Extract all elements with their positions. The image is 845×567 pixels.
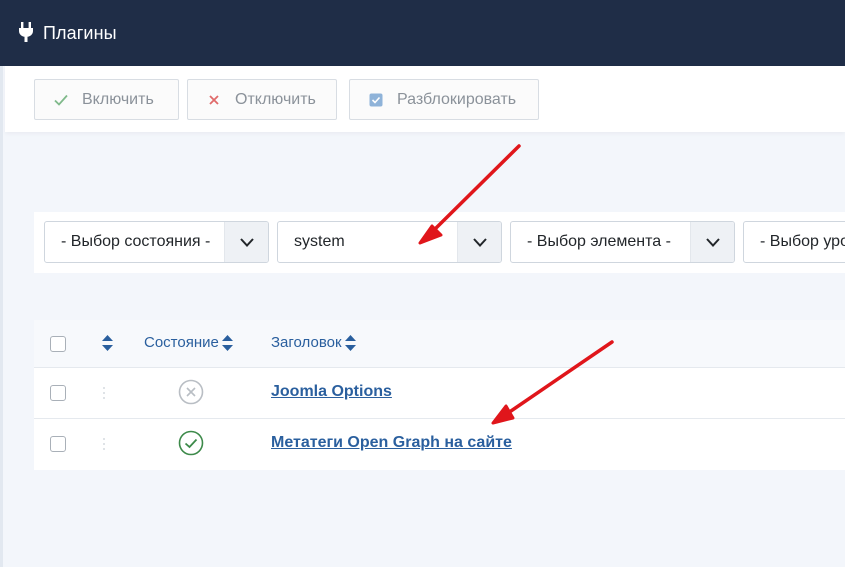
row-checkbox[interactable] — [50, 436, 66, 452]
chevron-down-icon — [224, 222, 268, 262]
plugin-title-link[interactable]: Метатеги Open Graph на сайте — [271, 434, 512, 452]
column-state-header[interactable]: Состояние — [144, 334, 233, 351]
sort-icon — [221, 334, 233, 351]
filter-bar: - Выбор состояния - system - Выбор элеме… — [34, 212, 845, 273]
plugin-title-link[interactable]: Joomla Options — [271, 383, 392, 401]
chevron-down-icon — [690, 222, 734, 262]
enabled-status-icon[interactable] — [178, 430, 204, 456]
table-row: Метатеги Open Graph на сайте — [34, 419, 845, 470]
select-all-checkbox[interactable] — [50, 336, 66, 352]
checkbox-checked-icon — [368, 92, 384, 108]
table-row: Joomla Options — [34, 368, 845, 419]
sidebar-edge — [0, 66, 3, 567]
column-title-header[interactable]: Заголовок — [271, 334, 356, 351]
toolbar: Включить Отключить Разблокировать — [5, 66, 845, 132]
drag-handle-icon[interactable] — [102, 436, 106, 452]
state-filter-select[interactable]: - Выбор состояния - — [44, 221, 269, 263]
folder-filter-value: system — [294, 233, 345, 250]
element-filter-select[interactable]: - Выбор элемента - — [510, 221, 735, 263]
state-filter-value: - Выбор состояния - — [61, 233, 211, 250]
unlock-button[interactable]: Разблокировать — [349, 79, 539, 120]
disabled-status-icon[interactable] — [178, 379, 204, 405]
level-filter-select[interactable]: - Выбор уро — [743, 221, 845, 263]
chevron-down-icon — [457, 222, 501, 262]
row-checkbox[interactable] — [50, 385, 66, 401]
page-title: Плагины — [43, 22, 117, 43]
column-title-label: Заголовок — [271, 334, 342, 351]
enable-label: Включить — [82, 90, 154, 108]
disable-label: Отключить — [235, 90, 316, 108]
plugins-table: Состояние Заголовок Joomla Options Метат… — [34, 320, 845, 470]
enable-button[interactable]: Включить — [34, 79, 179, 120]
element-filter-value: - Выбор элемента - — [527, 233, 671, 250]
plug-icon — [19, 22, 33, 42]
unlock-label: Разблокировать — [397, 90, 517, 108]
sort-icon — [344, 334, 356, 351]
ordering-sort-icon[interactable] — [102, 335, 113, 356]
close-icon — [206, 92, 222, 108]
check-icon — [53, 92, 69, 108]
table-header: Состояние Заголовок — [34, 320, 845, 368]
level-filter-value: - Выбор уро — [760, 233, 845, 250]
drag-handle-icon[interactable] — [102, 385, 106, 401]
disable-button[interactable]: Отключить — [187, 79, 337, 120]
folder-filter-select[interactable]: system — [277, 221, 502, 263]
page-header: Плагины — [0, 0, 845, 66]
column-state-label: Состояние — [144, 334, 219, 351]
